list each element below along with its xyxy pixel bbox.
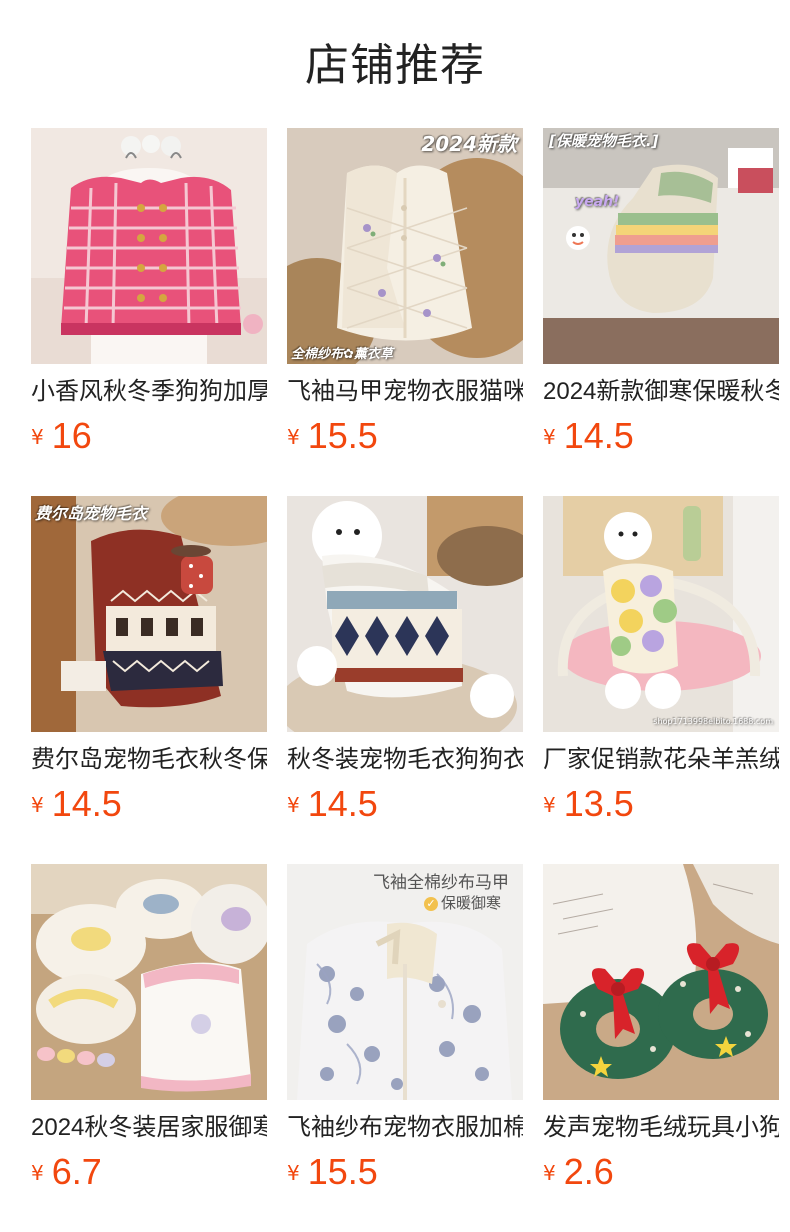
product-card[interactable]: 飞袖全棉纱布马甲 ✓ 保暖御寒 飞袖纱布宠物衣服加棉 ¥15.5 bbox=[287, 864, 523, 1200]
product-price: ¥16 bbox=[31, 414, 92, 458]
product-price: ¥13.5 bbox=[543, 782, 634, 826]
product-price: ¥15.5 bbox=[287, 414, 378, 458]
currency-symbol: ¥ bbox=[31, 1161, 44, 1185]
product-card[interactable]: 费尔岛宠物毛衣 费尔岛宠物毛衣秋冬保暖 ¥14.5 bbox=[31, 496, 267, 832]
price-amount: 15.5 bbox=[307, 1151, 378, 1192]
product-image[interactable]: 飞袖全棉纱布马甲 ✓ 保暖御寒 bbox=[287, 864, 523, 1100]
product-price: ¥15.5 bbox=[287, 1150, 378, 1194]
currency-symbol: ¥ bbox=[543, 425, 556, 449]
product-name[interactable]: 发声宠物毛绒玩具小狗 bbox=[543, 1112, 779, 1144]
product-price: ¥14.5 bbox=[31, 782, 122, 826]
product-name[interactable]: 小香风秋冬季狗狗加厚毛衣 bbox=[31, 376, 267, 408]
product-image[interactable]: [保暖宠物毛衣.] yeah! bbox=[543, 128, 779, 364]
product-card[interactable]: 发声宠物毛绒玩具小狗 ¥2.6 bbox=[543, 864, 779, 1200]
promo-badge-secondary: 全棉纱布✿薰衣草 bbox=[291, 347, 393, 362]
product-name[interactable]: 秋冬装宠物毛衣狗狗衣服 bbox=[287, 744, 523, 776]
currency-symbol: ¥ bbox=[543, 793, 556, 817]
price-amount: 16 bbox=[51, 415, 92, 456]
page-title: 店铺推荐 bbox=[305, 41, 485, 90]
promo-badge-secondary: ✓ 保暖御寒 bbox=[423, 892, 501, 913]
product-price: ¥14.5 bbox=[543, 414, 634, 458]
product-card[interactable]: [保暖宠物毛衣.] yeah! 2024新款御寒保暖秋冬 ¥14.5 bbox=[543, 128, 779, 464]
price-amount: 2.6 bbox=[563, 1151, 614, 1192]
product-image[interactable] bbox=[543, 864, 779, 1100]
price-amount: 14.5 bbox=[563, 415, 634, 456]
product-card[interactable]: 2024新款 全棉纱布✿薰衣草 飞袖马甲宠物衣服猫咪 ¥15.5 bbox=[287, 128, 523, 464]
currency-symbol: ¥ bbox=[287, 1161, 300, 1185]
product-price: ¥14.5 bbox=[287, 782, 378, 826]
promo-badge: 2024新款 bbox=[421, 132, 517, 156]
product-card[interactable]: 小香风秋冬季狗狗加厚毛衣 ¥16 bbox=[31, 128, 267, 464]
shop-watermark: shop1713998elbito.1688.com bbox=[653, 717, 773, 726]
product-card[interactable]: shop1713998elbito.1688.com 厂家促销款花朵羊羔绒 ¥1… bbox=[543, 496, 779, 832]
product-grid: 小香风秋冬季狗狗加厚毛衣 ¥16 bbox=[31, 128, 790, 1228]
price-amount: 13.5 bbox=[563, 783, 634, 824]
product-image[interactable]: shop1713998elbito.1688.com bbox=[543, 496, 779, 732]
product-image[interactable] bbox=[31, 864, 267, 1100]
promo-badge-secondary: yeah! bbox=[575, 194, 620, 210]
price-amount: 6.7 bbox=[51, 1151, 102, 1192]
currency-symbol: ¥ bbox=[31, 425, 44, 449]
product-image[interactable]: 费尔岛宠物毛衣 bbox=[31, 496, 267, 732]
promo-badge-secondary-text: 保暖御寒 bbox=[440, 894, 501, 912]
currency-symbol: ¥ bbox=[543, 1161, 556, 1185]
product-image[interactable]: 2024新款 全棉纱布✿薰衣草 bbox=[287, 128, 523, 364]
product-name[interactable]: 飞袖纱布宠物衣服加棉 bbox=[287, 1112, 523, 1144]
promo-badge: 飞袖全棉纱布马甲 bbox=[373, 873, 509, 893]
promo-badge: [保暖宠物毛衣.] bbox=[549, 132, 659, 150]
currency-symbol: ¥ bbox=[287, 425, 300, 449]
promo-badge: 费尔岛宠物毛衣 bbox=[35, 504, 148, 523]
product-card[interactable]: 秋冬装宠物毛衣狗狗衣服 ¥14.5 bbox=[287, 496, 523, 832]
product-card[interactable]: 2024秋冬装居家服御寒 ¥6.7 bbox=[31, 864, 267, 1200]
product-name[interactable]: 2024新款御寒保暖秋冬 bbox=[543, 376, 779, 408]
product-image[interactable] bbox=[287, 496, 523, 732]
product-price: ¥2.6 bbox=[543, 1150, 614, 1194]
price-amount: 15.5 bbox=[307, 415, 378, 456]
currency-symbol: ¥ bbox=[31, 793, 44, 817]
check-icon: ✓ bbox=[423, 897, 438, 911]
product-image[interactable] bbox=[31, 128, 267, 364]
price-amount: 14.5 bbox=[51, 783, 122, 824]
product-price: ¥6.7 bbox=[31, 1150, 102, 1194]
currency-symbol: ¥ bbox=[287, 793, 300, 817]
price-amount: 14.5 bbox=[307, 783, 378, 824]
product-name[interactable]: 费尔岛宠物毛衣秋冬保暖 bbox=[31, 744, 267, 776]
product-name[interactable]: 厂家促销款花朵羊羔绒 bbox=[543, 744, 779, 776]
product-name[interactable]: 2024秋冬装居家服御寒 bbox=[31, 1112, 267, 1144]
product-name[interactable]: 飞袖马甲宠物衣服猫咪 bbox=[287, 376, 523, 408]
